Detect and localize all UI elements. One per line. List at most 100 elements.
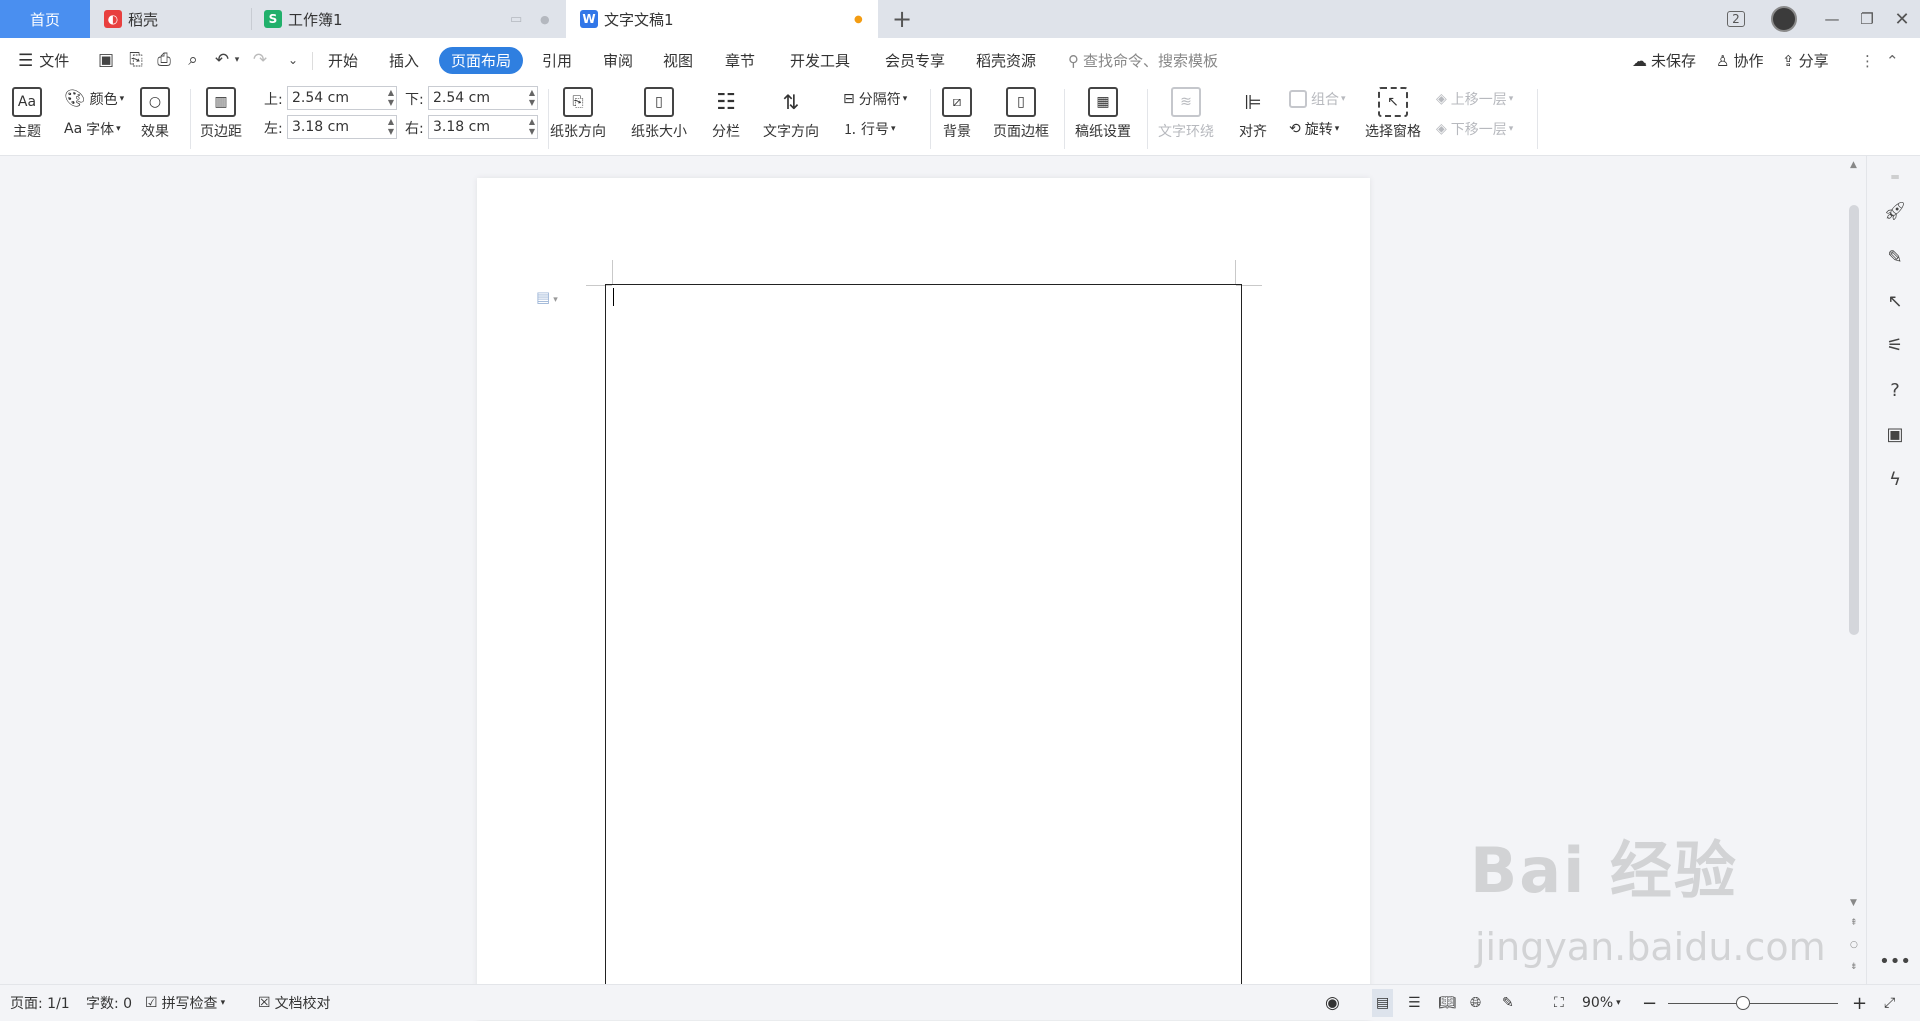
tab-document[interactable]: W 文字文稿1 ●: [566, 0, 878, 38]
image-tool-icon[interactable]: ▣: [1884, 423, 1906, 445]
line-numbers-button[interactable]: ⒈ 行号 ▾: [843, 119, 896, 139]
prev-page-icon[interactable]: ⇞: [1850, 918, 1858, 928]
bring-forward-button[interactable]: ◈ 上移一层 ▾: [1436, 89, 1513, 109]
rotate-button[interactable]: ⟲ 旋转 ▾: [1289, 119, 1339, 139]
pen-icon[interactable]: ✎: [1884, 246, 1906, 268]
group-button[interactable]: 组合 ▾: [1289, 89, 1346, 109]
page-view-icon[interactable]: ▤: [1372, 989, 1394, 1017]
help-icon[interactable]: ?: [1884, 379, 1906, 401]
tab-home[interactable]: 首页: [0, 0, 90, 38]
avatar[interactable]: [1770, 0, 1798, 38]
columns-button[interactable]: ☷ 分栏: [711, 87, 741, 141]
word-count[interactable]: 字数: 0: [86, 985, 132, 1021]
cursor-icon[interactable]: ↖: [1884, 290, 1906, 312]
undo-icon[interactable]: ↶: [212, 50, 232, 70]
page-border-button[interactable]: ▯ 页面边框: [993, 87, 1049, 141]
unsaved-button[interactable]: ☁ 未保存: [1632, 38, 1696, 83]
menu-view[interactable]: 视图: [663, 38, 693, 83]
undo-dropdown-icon[interactable]: ▾: [232, 50, 242, 70]
background-button[interactable]: ⧄ 背景: [942, 87, 972, 141]
align-button[interactable]: ⊫ 对齐: [1238, 87, 1268, 141]
file-menu[interactable]: ☰ 文件: [18, 38, 69, 83]
margins-button[interactable]: ▥ 页边距: [200, 87, 242, 141]
menu-start[interactable]: 开始: [328, 38, 358, 83]
menu-daoke-resources[interactable]: 稻壳资源: [976, 38, 1036, 83]
manuscript-button[interactable]: ▦ 稿纸设置: [1075, 87, 1131, 141]
customize-dropdown-icon[interactable]: ⌄: [283, 50, 303, 70]
spell-check-label: 拼写检查: [161, 996, 218, 1012]
paper-size-button[interactable]: ▯ 纸张大小: [631, 87, 687, 141]
color-button[interactable]: 🎨︎ 颜色 ▾: [64, 89, 124, 109]
paragraph-layout-icon[interactable]: ▤ ▾: [536, 288, 558, 306]
proofread-button[interactable]: ☒ 文档校对: [258, 985, 331, 1021]
next-page-icon[interactable]: ⇟: [1850, 962, 1858, 972]
print-icon[interactable]: ⎙: [154, 50, 174, 70]
scrollbar-thumb[interactable]: [1849, 205, 1859, 635]
spinner-arrows-icon[interactable]: ▲ ▼: [388, 88, 394, 108]
select-browse-icon[interactable]: ○: [1850, 940, 1858, 950]
print-preview-icon[interactable]: ⌕: [183, 50, 203, 70]
lightning-icon[interactable]: ϟ: [1884, 468, 1906, 490]
eye-icon[interactable]: ◉: [1325, 985, 1340, 1021]
top-margin-input[interactable]: 2.54 cm ▲ ▼: [287, 86, 397, 110]
new-tab-button[interactable]: +: [890, 0, 914, 38]
spinner-arrows-icon[interactable]: ▲ ▼: [529, 117, 535, 137]
orientation-button[interactable]: ⎘ 纸张方向: [550, 87, 606, 141]
restore-button[interactable]: ❐: [1857, 0, 1877, 38]
outline-view-icon[interactable]: ☰: [1408, 985, 1421, 1021]
spell-check-button[interactable]: ☑ 拼写检查 ▾: [145, 985, 225, 1021]
settings-sliders-icon[interactable]: ⚟: [1884, 334, 1906, 356]
tab-daoke[interactable]: ◐ 稻壳: [104, 0, 250, 38]
command-search[interactable]: ⚲ 查找命令、搜索模板: [1068, 38, 1218, 83]
close-button[interactable]: ✕: [1892, 0, 1912, 38]
reading-view-icon[interactable]: 📖︎: [1438, 985, 1456, 1021]
rocket-icon[interactable]: 🚀︎: [1884, 200, 1907, 222]
zoom-slider-track[interactable]: [1668, 1003, 1838, 1004]
font-button[interactable]: Aa 字体 ▾: [64, 119, 121, 139]
export-pdf-icon[interactable]: ⎘: [126, 50, 146, 70]
zoom-slider-thumb[interactable]: [1736, 996, 1750, 1010]
scroll-up-icon[interactable]: ▲: [1850, 160, 1857, 170]
menu-references[interactable]: 引用: [542, 38, 572, 83]
theme-button[interactable]: Aa 主题: [12, 87, 42, 141]
text-frame[interactable]: [605, 284, 1242, 1020]
zoom-out-button[interactable]: −: [1642, 985, 1657, 1021]
window-badge-button[interactable]: 2: [1722, 0, 1750, 38]
left-margin-input[interactable]: 3.18 cm ▲ ▼: [287, 115, 397, 139]
effects-button[interactable]: ○ 效果: [140, 87, 170, 141]
collaborate-button[interactable]: ♙ 协作: [1716, 38, 1763, 83]
menu-review[interactable]: 审阅: [603, 38, 633, 83]
text-wrap-button[interactable]: ≋ 文字环绕: [1158, 87, 1214, 141]
bottom-margin-input[interactable]: 2.54 cm ▲ ▼: [428, 86, 538, 110]
redo-icon[interactable]: ↷: [250, 50, 270, 70]
minimize-button[interactable]: —: [1822, 0, 1842, 38]
menu-page-layout[interactable]: 页面布局: [439, 47, 524, 74]
tab-workbook[interactable]: S 工作簿1 ▭ ●: [264, 0, 564, 38]
zoom-in-button[interactable]: +: [1852, 985, 1867, 1021]
spinner-arrows-icon[interactable]: ▲ ▼: [529, 88, 535, 108]
writing-mode-icon[interactable]: ✎: [1502, 985, 1514, 1021]
more-menu-icon[interactable]: ⋮: [1860, 38, 1875, 83]
scroll-down-icon[interactable]: ▼: [1850, 898, 1857, 908]
fit-page-icon[interactable]: ⛶: [1554, 985, 1564, 1021]
close-dot-icon[interactable]: ●: [540, 13, 550, 26]
menu-member[interactable]: 会员专享: [885, 38, 945, 83]
text-direction-button[interactable]: ⇅ 文字方向: [763, 87, 819, 141]
right-margin-input[interactable]: 3.18 cm ▲ ▼: [428, 115, 538, 139]
send-backward-button[interactable]: ◈ 下移一层 ▾: [1436, 119, 1513, 139]
menu-sections[interactable]: 章节: [725, 38, 755, 83]
more-icon[interactable]: •••: [1879, 950, 1911, 972]
page-count[interactable]: 页面: 1/1: [10, 985, 70, 1021]
share-button[interactable]: ⇪ 分享: [1782, 38, 1829, 83]
menu-insert[interactable]: 插入: [389, 38, 419, 83]
breaks-button[interactable]: ⊟ 分隔符 ▾: [843, 89, 907, 109]
fullscreen-icon[interactable]: ⤢: [1884, 985, 1895, 1021]
spinner-arrows-icon[interactable]: ▲ ▼: [388, 117, 394, 137]
selection-pane-button[interactable]: ↖ 选择窗格: [1365, 87, 1421, 141]
drag-handle-icon[interactable]: ═: [1884, 166, 1906, 188]
zoom-level[interactable]: 90% ▾: [1582, 985, 1621, 1021]
web-view-icon[interactable]: 🌐︎: [1470, 985, 1481, 1021]
menu-developer[interactable]: 开发工具: [790, 38, 850, 83]
collapse-ribbon-icon[interactable]: ⌃: [1886, 38, 1899, 83]
save-icon[interactable]: ▣: [96, 50, 116, 70]
